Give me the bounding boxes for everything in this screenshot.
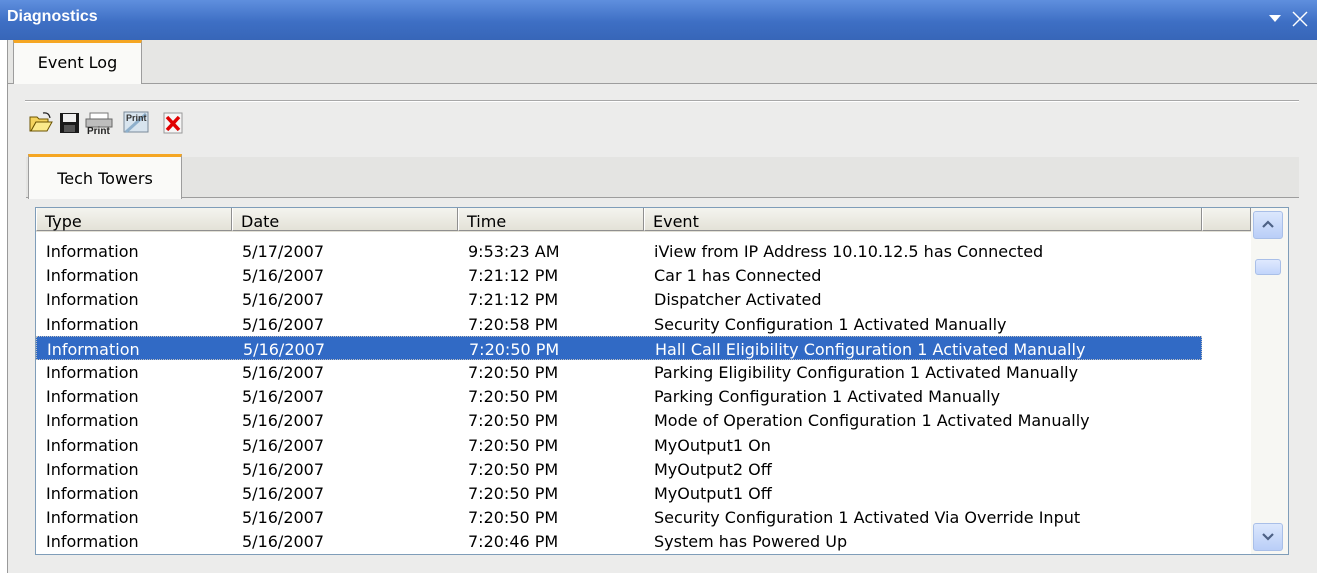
outer-tab-strip xyxy=(8,40,1317,84)
cell-type: Information xyxy=(46,266,139,286)
table-row[interactable]: Information 5/16/2007 7:20:46 PM System has… xyxy=(36,529,1202,553)
divider-highlight xyxy=(25,101,1299,102)
chevron-down-icon xyxy=(1262,533,1274,541)
cell-time: 7:21:12 PM xyxy=(468,266,559,286)
window-title: Diagnostics xyxy=(7,8,98,25)
cell-event: Car 1 has Connected xyxy=(654,266,822,286)
cell-date: 5/16/2007 xyxy=(243,339,326,359)
cell-type: Information xyxy=(46,290,139,310)
delete-icon xyxy=(163,112,183,134)
column-header-filler xyxy=(1202,208,1251,231)
cell-event: System has Powered Up xyxy=(654,532,848,552)
event-grid[interactable]: Type Date Time Event Information 5/17/200… xyxy=(35,207,1289,555)
svg-text:Print: Print xyxy=(126,113,147,123)
cell-time: 7:20:50 PM xyxy=(468,435,559,455)
cell-date: 5/16/2007 xyxy=(242,532,325,552)
cell-type: Information xyxy=(46,459,139,479)
cell-event: Hall Call Eligibility Configuration 1 Ac… xyxy=(655,339,1086,359)
svg-text:Print: Print xyxy=(87,126,110,136)
cell-type: Information xyxy=(46,242,139,261)
table-row[interactable]: Information 5/16/2007 7:21:12 PM Dispatcher… xyxy=(36,287,1202,311)
table-row[interactable]: Information 5/16/2007 7:20:50 PM MyOutput1 … xyxy=(36,481,1202,505)
cell-date: 5/16/2007 xyxy=(242,363,325,382)
table-row[interactable]: Information 5/16/2007 7:20:50 PM MyOutput2 … xyxy=(36,457,1202,481)
chevron-down-icon[interactable] xyxy=(1268,12,1282,26)
cell-type: Information xyxy=(47,339,140,359)
cell-type: Information xyxy=(46,387,139,407)
save-icon xyxy=(60,113,79,133)
tab-tech-towers[interactable]: Tech Towers xyxy=(28,154,182,199)
column-header-time[interactable]: Time xyxy=(458,208,644,231)
table-row[interactable]: Information 5/16/2007 7:20:50 PM Mode of Op… xyxy=(36,408,1202,432)
cell-date: 5/16/2007 xyxy=(242,459,325,479)
cell-date: 5/16/2007 xyxy=(242,484,325,503)
window-titlebar: Diagnostics xyxy=(0,0,1317,40)
cell-event: Parking Configuration 1 Activated Manual… xyxy=(654,387,1001,407)
cell-time: 7:20:46 PM xyxy=(468,532,559,552)
cell-time: 9:53:23 AM xyxy=(468,242,560,261)
print-preview-icon: Print xyxy=(123,111,149,134)
cell-event: Parking Eligibility Configuration 1 Acti… xyxy=(654,363,1079,382)
save-button[interactable] xyxy=(57,110,83,136)
table-row[interactable]: Information 5/16/2007 7:20:50 PM Hall Call … xyxy=(36,335,1202,360)
tab-event-log[interactable]: Event Log xyxy=(13,40,142,84)
cell-date: 5/16/2007 xyxy=(242,411,325,431)
cell-time: 7:20:50 PM xyxy=(469,339,560,359)
table-row[interactable]: Information 5/16/2007 7:21:12 PM Car 1 has … xyxy=(36,263,1202,287)
column-header-type[interactable]: Type xyxy=(36,208,232,231)
cell-time: 7:20:50 PM xyxy=(468,459,559,479)
table-row[interactable]: Information 5/17/2007 9:53:23 AM iView from… xyxy=(36,239,1202,263)
cell-time: 7:20:50 PM xyxy=(468,363,559,382)
print-preview-button[interactable]: Print xyxy=(122,110,152,136)
print-icon: Print xyxy=(85,112,113,137)
cell-event: MyOutput1 On xyxy=(654,435,771,455)
chevron-up-icon xyxy=(1262,220,1274,228)
cell-date: 5/16/2007 xyxy=(242,290,325,310)
cell-type: Information xyxy=(46,508,139,528)
cell-type: Information xyxy=(46,484,139,503)
table-row[interactable]: Information 5/16/2007 7:20:50 PM Parking Co… xyxy=(36,384,1202,408)
open-folder-button[interactable] xyxy=(28,110,54,136)
cell-type: Information xyxy=(46,314,139,334)
cell-time: 7:20:50 PM xyxy=(468,411,559,431)
cell-event: Security Configuration 1 Activated Manua… xyxy=(654,314,1007,334)
cell-date: 5/16/2007 xyxy=(242,435,325,455)
vertical-scrollbar[interactable] xyxy=(1251,208,1288,554)
cell-type: Information xyxy=(46,363,139,382)
cell-time: 7:20:50 PM xyxy=(468,387,559,407)
cell-event: Dispatcher Activated xyxy=(654,290,822,310)
column-header-date[interactable]: Date xyxy=(232,208,458,231)
delete-button[interactable] xyxy=(160,110,186,136)
column-header-event[interactable]: Event xyxy=(644,208,1202,231)
cell-type: Information xyxy=(46,435,139,455)
cell-time: 7:20:50 PM xyxy=(468,508,559,528)
cell-time: 7:20:50 PM xyxy=(468,484,559,503)
cell-type: Information xyxy=(46,532,139,552)
cell-type: Information xyxy=(46,411,139,431)
cell-event: MyOutput1 Off xyxy=(654,484,772,503)
cell-event: MyOutput2 Off xyxy=(654,459,772,479)
table-row[interactable]: Information 5/16/2007 7:20:50 PM MyOutput1 … xyxy=(36,433,1202,457)
table-row[interactable]: Information 5/16/2007 7:20:50 PM Security C… xyxy=(36,505,1202,529)
cell-date: 5/16/2007 xyxy=(242,387,325,407)
table-row[interactable]: Information 5/16/2007 7:20:58 PM Security C… xyxy=(36,312,1202,336)
cell-event: iView from IP Address 10.10.12.5 has Con… xyxy=(654,242,1044,261)
folder-open-icon xyxy=(29,112,53,132)
grid-header: Type Date Time Event xyxy=(36,208,1251,232)
cell-event: Security Configuration 1 Activated Via O… xyxy=(654,508,1081,528)
cell-date: 5/16/2007 xyxy=(242,266,325,286)
scroll-down-button[interactable] xyxy=(1253,523,1283,551)
close-icon[interactable] xyxy=(1291,10,1309,28)
cell-date: 5/17/2007 xyxy=(242,242,325,261)
cell-time: 7:21:12 PM xyxy=(468,290,559,310)
cell-event: Mode of Operation Configuration 1 Activa… xyxy=(654,411,1090,431)
table-row[interactable]: Information 5/16/2007 7:20:50 PM Parking El… xyxy=(36,360,1202,384)
cell-date: 5/16/2007 xyxy=(242,508,325,528)
cell-time: 7:20:58 PM xyxy=(468,314,559,334)
scroll-up-button[interactable] xyxy=(1253,211,1283,239)
inner-tab-strip xyxy=(26,157,1299,198)
print-button[interactable]: Print xyxy=(84,110,116,137)
cell-date: 5/16/2007 xyxy=(242,314,325,334)
scroll-thumb[interactable] xyxy=(1255,259,1281,275)
